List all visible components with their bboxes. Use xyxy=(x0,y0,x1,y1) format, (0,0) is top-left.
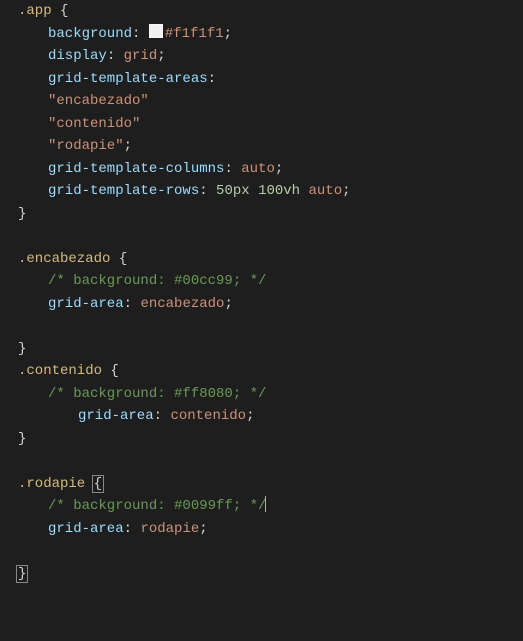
code-line[interactable]: .rodapie { xyxy=(18,473,523,496)
brace-open: { xyxy=(119,251,127,267)
code-line[interactable]: /* background: #ff8080; */ xyxy=(18,383,523,406)
text-cursor xyxy=(265,496,266,512)
css-value: #f1f1f1 xyxy=(165,26,224,42)
css-value: auto xyxy=(308,183,342,199)
css-value: contenido xyxy=(170,408,246,424)
code-line[interactable]: .contenido { xyxy=(18,360,523,383)
code-line[interactable]: display: grid; xyxy=(18,45,523,68)
brace-open: { xyxy=(110,363,118,379)
code-line[interactable] xyxy=(18,315,523,338)
color-swatch[interactable] xyxy=(149,24,163,38)
code-line[interactable]: } xyxy=(18,203,523,226)
code-line[interactable]: .encabezado { xyxy=(18,248,523,271)
brace-close: } xyxy=(18,341,26,357)
code-line[interactable] xyxy=(18,540,523,563)
code-line[interactable]: grid-template-rows: 50px 100vh auto; xyxy=(18,180,523,203)
css-value: grid xyxy=(124,48,158,64)
code-line[interactable]: } xyxy=(18,563,523,586)
css-selector: .encabezado xyxy=(18,251,110,267)
code-line[interactable] xyxy=(18,450,523,473)
code-line[interactable]: .app { xyxy=(18,0,523,23)
brace-open: { xyxy=(60,3,68,19)
brace-close: } xyxy=(18,431,26,447)
code-line[interactable]: } xyxy=(18,338,523,361)
css-comment: /* background: #00cc99; */ xyxy=(48,273,266,289)
css-property: grid-template-areas xyxy=(48,71,208,87)
css-value: 100vh xyxy=(258,183,300,199)
code-line[interactable]: grid-template-areas: xyxy=(18,68,523,91)
code-line[interactable]: /* background: #0099ff; */ xyxy=(18,495,523,518)
brace-open: { xyxy=(92,475,104,493)
brace-close: } xyxy=(18,206,26,222)
css-value: "contenido" xyxy=(48,116,140,132)
css-value: auto xyxy=(241,161,275,177)
code-line[interactable]: background: #f1f1f1; xyxy=(18,23,523,46)
code-line[interactable]: grid-template-columns: auto; xyxy=(18,158,523,181)
code-line[interactable]: } xyxy=(18,428,523,451)
css-value: encabezado xyxy=(140,296,224,312)
css-value: rodapie xyxy=(140,521,199,537)
code-line[interactable] xyxy=(18,225,523,248)
code-line[interactable]: grid-area: encabezado; xyxy=(18,293,523,316)
code-editor[interactable]: .app { background: #f1f1f1; display: gri… xyxy=(0,0,523,585)
code-line[interactable]: grid-area: contenido; xyxy=(18,405,523,428)
css-property: display xyxy=(48,48,107,64)
css-property: grid-template-rows xyxy=(48,183,199,199)
css-comment: /* background: #ff8080; */ xyxy=(48,386,266,402)
css-property: background xyxy=(48,26,132,42)
css-property: grid-area xyxy=(78,408,154,424)
css-selector: .contenido xyxy=(18,363,102,379)
css-selector: .app xyxy=(18,3,52,19)
code-line[interactable]: "encabezado" xyxy=(18,90,523,113)
css-comment: /* background: #0099ff; */ xyxy=(48,498,266,514)
css-value: "rodapie" xyxy=(48,138,124,154)
css-value: "encabezado" xyxy=(48,93,149,109)
brace-close: } xyxy=(16,565,28,583)
code-line[interactable]: grid-area: rodapie; xyxy=(18,518,523,541)
css-selector: .rodapie xyxy=(18,476,85,492)
css-property: grid-area xyxy=(48,521,124,537)
css-property: grid-template-columns xyxy=(48,161,224,177)
css-value: 50px xyxy=(216,183,250,199)
code-line[interactable]: /* background: #00cc99; */ xyxy=(18,270,523,293)
code-line[interactable]: "rodapie"; xyxy=(18,135,523,158)
code-line[interactable]: "contenido" xyxy=(18,113,523,136)
css-property: grid-area xyxy=(48,296,124,312)
